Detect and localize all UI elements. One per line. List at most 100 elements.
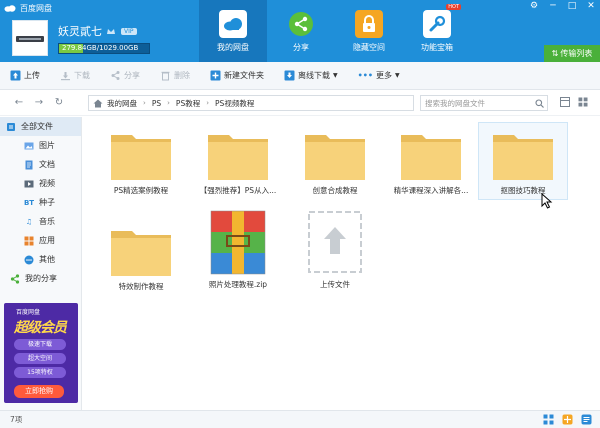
delete-label: 删除 xyxy=(174,71,190,80)
more-label: 更多 xyxy=(375,71,392,80)
forward-arrow-icon[interactable]: → xyxy=(32,97,46,108)
breadcrumb: 我的网盘 › PS › PS教程 › PS视频教程 xyxy=(88,95,414,111)
grid-view-icon[interactable] xyxy=(578,97,588,107)
status-icons xyxy=(543,414,592,425)
new-folder-label: 新建文件夹 xyxy=(224,71,264,80)
tab-label: 我的网盘 xyxy=(217,43,249,52)
tab-toolbox[interactable]: HOT 功能宝箱 xyxy=(403,0,471,62)
folder-item[interactable]: 特效制作教程 xyxy=(96,227,186,292)
delete-button[interactable]: 删除 xyxy=(160,70,190,81)
minimize-button[interactable]: ─ xyxy=(548,0,558,12)
trash-icon xyxy=(161,71,170,81)
transfer-list-button[interactable]: ⇅ 传输列表 xyxy=(544,45,600,62)
sidebar-item-other[interactable]: 其他 xyxy=(0,250,81,269)
settings-icon[interactable]: ⚙ xyxy=(529,0,539,12)
baidu-cloud-logo-icon xyxy=(4,5,16,12)
upload-button[interactable]: 上传 xyxy=(10,70,40,81)
offline-download-label: 离线下载 xyxy=(298,71,330,80)
apps-grid-icon[interactable] xyxy=(543,414,554,425)
username[interactable]: 妖灵貳七 xyxy=(58,23,102,39)
breadcrumb-item[interactable]: PS教程 xyxy=(176,98,200,109)
folder-item[interactable]: 精华课程深入讲解各... xyxy=(386,131,476,196)
item-count: 7项 xyxy=(10,415,23,424)
search-placeholder: 搜索我的网盘文件 xyxy=(425,98,485,108)
breadcrumb-separator: › xyxy=(206,99,210,107)
sidebar-item-videos[interactable]: 视频 xyxy=(0,174,81,193)
new-folder-button[interactable]: 新建文件夹 xyxy=(210,70,264,81)
quota-text: 279.84GB/1029.00GB xyxy=(62,44,139,52)
transfer-icon: ⇅ xyxy=(551,49,559,58)
refresh-icon[interactable]: ↻ xyxy=(52,97,66,108)
share-button[interactable]: 分享 xyxy=(110,70,140,81)
message-icon[interactable] xyxy=(581,414,592,425)
breadcrumb-separator: › xyxy=(143,99,146,107)
more-button[interactable]: ••• 更多 ▼ xyxy=(358,70,400,81)
folder-item[interactable]: PS精选案例教程 xyxy=(96,131,186,196)
vip-crown-icon xyxy=(107,29,115,34)
ad-buy-button[interactable]: 立即抢购 xyxy=(14,385,64,398)
breadcrumb-item[interactable]: PS xyxy=(152,99,161,108)
sidebar-item-music[interactable]: ♫ 音乐 xyxy=(0,212,81,231)
breadcrumb-separator: › xyxy=(167,99,170,107)
upload-file-tile[interactable]: 上传文件 xyxy=(290,209,380,290)
ad-brand: 百度网盘 xyxy=(16,309,41,316)
gift-icon[interactable] xyxy=(562,414,573,425)
sidebar-item-label: 其他 xyxy=(39,255,55,264)
zip-archive-icon xyxy=(210,210,266,275)
breadcrumb-item[interactable]: PS视频教程 xyxy=(215,98,254,109)
tab-my-disk[interactable]: 我的网盘 xyxy=(199,0,267,62)
lock-icon xyxy=(355,10,383,38)
sidebar-item-images[interactable]: 图片 xyxy=(0,136,81,155)
toolbox-icon: HOT xyxy=(423,4,461,38)
file-name: 上传文件 xyxy=(320,280,350,289)
back-arrow-icon[interactable]: ← xyxy=(12,97,26,108)
tab-hidden-space[interactable]: 隐藏空间 xyxy=(335,0,403,62)
sidebar-item-my-share[interactable]: 我的分享 xyxy=(0,269,81,288)
folder-item[interactable]: 【强烈推荐】PS从入... xyxy=(193,131,283,196)
ad-title: 超级会员 xyxy=(14,320,67,336)
vip-badge[interactable]: VIP xyxy=(121,27,137,35)
download-icon xyxy=(61,72,70,81)
sidebar-item-label: 我的分享 xyxy=(25,274,57,283)
title-bar: 百度网盘 xyxy=(4,2,52,14)
sidebar-item-label: 全部文件 xyxy=(21,122,53,131)
offline-download-button[interactable]: 离线下载 ▼ xyxy=(284,70,338,81)
sidebar-item-label: 种子 xyxy=(39,198,55,207)
download-label: 下载 xyxy=(74,71,90,80)
upload-label: 上传 xyxy=(24,71,40,80)
tab-share[interactable]: 分享 xyxy=(267,0,335,62)
avatar[interactable] xyxy=(12,20,48,56)
sidebar-item-documents[interactable]: 文档 xyxy=(0,155,81,174)
avatar-image-icon xyxy=(16,36,44,42)
folder-item[interactable]: 创意合成教程 xyxy=(290,131,380,196)
sidebar-item-torrents[interactable]: BT 种子 xyxy=(0,193,81,212)
sidebar-item-all-files[interactable]: 全部文件 xyxy=(0,117,81,136)
chevron-down-icon: ▼ xyxy=(333,72,338,79)
home-icon[interactable] xyxy=(93,99,103,108)
ad-feature: 超大空间 xyxy=(14,353,66,364)
breadcrumb-item[interactable]: 我的网盘 xyxy=(107,98,137,109)
sidebar-item-label: 视频 xyxy=(39,179,55,188)
vip-ad-banner[interactable]: 百度网盘 超级会员 极速下载 超大空间 15项特权 立即抢购 xyxy=(4,303,78,403)
search-input[interactable]: 搜索我的网盘文件 xyxy=(420,95,548,111)
more-dots-icon: ••• xyxy=(357,71,373,80)
file-name: 抠图技巧教程 xyxy=(500,186,546,195)
user-info: 妖灵貳七 VIP xyxy=(58,23,137,39)
search-icon[interactable] xyxy=(535,99,544,108)
maximize-button[interactable]: □ xyxy=(567,0,577,12)
list-view-icon[interactable] xyxy=(560,97,570,107)
folder-icon xyxy=(208,135,268,180)
zip-file-item[interactable]: 照片处理教程.zip xyxy=(193,209,283,290)
file-name: 精华课程深入讲解各... xyxy=(393,186,469,195)
sidebar-item-label: 图片 xyxy=(39,141,55,150)
image-icon xyxy=(24,142,34,149)
sidebar-item-apps[interactable]: 应用 xyxy=(0,231,81,250)
view-switcher xyxy=(560,97,588,107)
file-name: 特效制作教程 xyxy=(118,282,164,291)
close-button[interactable]: ✕ xyxy=(586,0,596,12)
storage-quota-bar: 279.84GB/1029.00GB xyxy=(58,43,150,54)
download-button[interactable]: 下载 xyxy=(60,70,90,81)
folder-item-selected[interactable]: 抠图技巧教程 xyxy=(478,122,568,209)
app-icon xyxy=(24,236,34,245)
sidebar: 全部文件 图片 文档 视频 BT 种子 ♫ 音乐 应用 其他 我的分享 百度网盘… xyxy=(0,117,82,410)
